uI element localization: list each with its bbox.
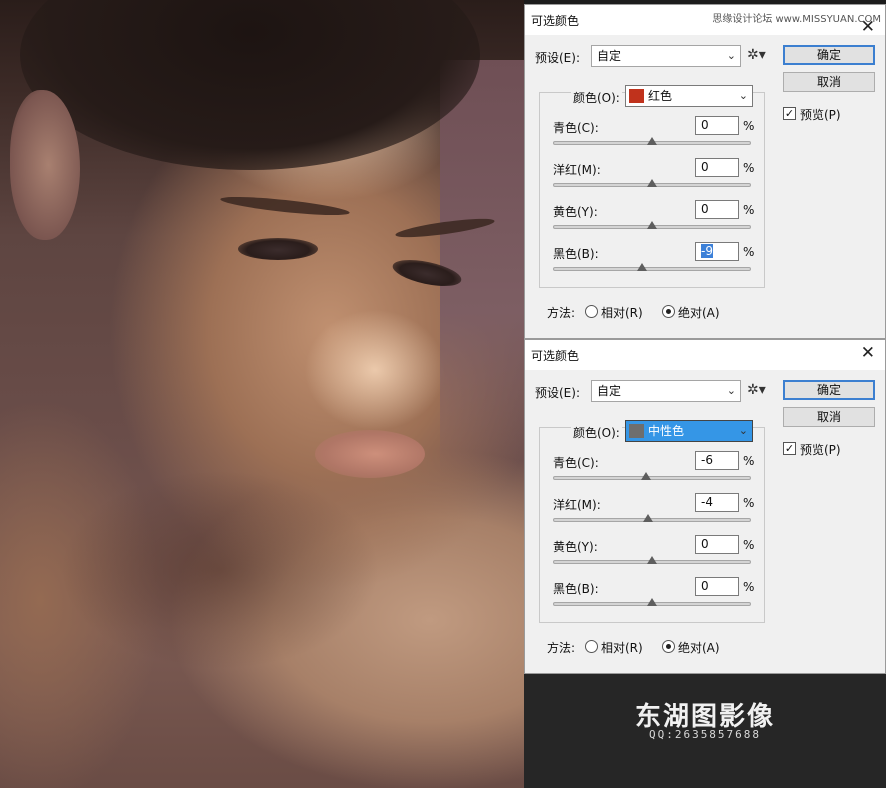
- chevron-down-icon: ⌄: [738, 424, 748, 437]
- slider-thumb[interactable]: [647, 221, 657, 229]
- dialog-title: 可选颜色: [531, 14, 580, 28]
- preset-label: 预设(E):: [535, 386, 580, 400]
- color-swatch: [629, 424, 644, 438]
- percent-sign: %: [743, 580, 755, 594]
- percent-sign: %: [743, 203, 755, 217]
- preset-select[interactable]: 自定 ⌄: [591, 45, 741, 67]
- close-icon[interactable]: ✕: [861, 17, 875, 37]
- ok-button[interactable]: 确定: [783, 45, 875, 65]
- slider-thumb[interactable]: [647, 556, 657, 564]
- percent-sign: %: [743, 245, 755, 259]
- preset-value: 自定: [597, 384, 622, 398]
- yellow-label: 黄色(Y):: [553, 540, 598, 554]
- titlebar: 可选颜色 思缘设计论坛 www.MISSYUAN.COM ✕: [525, 5, 885, 37]
- color-label: 颜色(O):: [571, 424, 622, 441]
- preset-value: 自定: [597, 49, 622, 63]
- slider-thumb[interactable]: [643, 514, 654, 522]
- preview-label: 预览(P): [800, 443, 841, 457]
- black-label: 黑色(B):: [553, 582, 599, 596]
- yellow-label: 黄色(Y):: [553, 205, 598, 219]
- color-select[interactable]: 红色 ⌄: [625, 85, 753, 107]
- relative-label: 相对(R): [601, 306, 643, 320]
- cancel-button[interactable]: 取消: [783, 72, 875, 92]
- titlebar: 可选颜色 ✕: [525, 340, 885, 370]
- percent-sign: %: [743, 161, 755, 175]
- percent-sign: %: [743, 119, 755, 133]
- relative-label: 相对(R): [601, 641, 643, 655]
- cyan-slider[interactable]: [553, 137, 751, 145]
- portrait-photo: [0, 0, 524, 788]
- cancel-button[interactable]: 取消: [783, 407, 875, 427]
- slider-thumb[interactable]: [647, 179, 657, 187]
- preview-label: 预览(P): [800, 108, 841, 122]
- preset-select[interactable]: 自定 ⌄: [591, 380, 741, 402]
- black-slider[interactable]: [553, 263, 751, 271]
- slider-thumb[interactable]: [637, 263, 648, 271]
- relative-radio[interactable]: [585, 305, 598, 318]
- studio-qq: QQ:2635857688: [648, 728, 762, 741]
- preview-checkbox[interactable]: ✓: [783, 107, 796, 120]
- absolute-label: 绝对(A): [678, 641, 720, 655]
- cyan-value-input[interactable]: 0: [695, 116, 739, 135]
- magenta-slider[interactable]: [553, 179, 751, 187]
- yellow-slider[interactable]: [553, 556, 751, 564]
- studio-logo-panel: 东湖图影像 QQ:2635857688: [524, 674, 886, 788]
- slider-thumb[interactable]: [647, 137, 657, 145]
- black-value-input[interactable]: 0: [695, 577, 739, 596]
- preset-label: 预设(E):: [535, 51, 580, 65]
- magenta-label: 洋红(M):: [553, 163, 601, 177]
- absolute-label: 绝对(A): [678, 306, 720, 320]
- color-value: 中性色: [648, 424, 685, 438]
- color-label: 颜色(O):: [571, 89, 622, 106]
- gear-icon[interactable]: ✲▾: [747, 47, 766, 63]
- chevron-down-icon: ⌄: [738, 89, 748, 102]
- close-icon[interactable]: ✕: [861, 343, 875, 363]
- black-slider[interactable]: [553, 598, 751, 606]
- slider-thumb[interactable]: [647, 598, 657, 606]
- chevron-down-icon: ⌄: [726, 49, 736, 62]
- yellow-slider[interactable]: [553, 221, 751, 229]
- slider-thumb[interactable]: [641, 472, 652, 480]
- percent-sign: %: [743, 496, 755, 510]
- yellow-value-input[interactable]: 0: [695, 200, 739, 219]
- selective-color-dialog-neutrals: 可选颜色 ✕ 预设(E): 自定 ⌄ ✲▾ 确定 取消 ✓ 预览(P) 颜色(O…: [524, 339, 886, 674]
- dialog-title: 可选颜色: [531, 349, 580, 363]
- gear-icon[interactable]: ✲▾: [747, 382, 766, 398]
- cyan-label: 青色(C):: [553, 121, 599, 135]
- selective-color-dialog-red: 可选颜色 思缘设计论坛 www.MISSYUAN.COM ✕ 预设(E): 自定…: [524, 4, 886, 339]
- percent-sign: %: [743, 538, 755, 552]
- black-value-selected: -9: [701, 244, 713, 258]
- ok-button[interactable]: 确定: [783, 380, 875, 400]
- cyan-label: 青色(C):: [553, 456, 599, 470]
- absolute-radio[interactable]: [662, 640, 675, 653]
- black-value-input[interactable]: -9: [695, 242, 739, 261]
- absolute-radio[interactable]: [662, 305, 675, 318]
- method-label: 方法:: [547, 641, 576, 655]
- watermark-text: 思缘设计论坛 www.MISSYUAN.COM: [712, 14, 881, 25]
- magenta-value-input[interactable]: -4: [695, 493, 739, 512]
- black-label: 黑色(B):: [553, 247, 599, 261]
- cyan-slider[interactable]: [553, 472, 751, 480]
- magenta-slider[interactable]: [553, 514, 751, 522]
- percent-sign: %: [743, 454, 755, 468]
- yellow-value-input[interactable]: 0: [695, 535, 739, 554]
- magenta-value-input[interactable]: 0: [695, 158, 739, 177]
- color-swatch: [629, 89, 644, 103]
- magenta-label: 洋红(M):: [553, 498, 601, 512]
- chevron-down-icon: ⌄: [726, 384, 736, 397]
- cyan-value-input[interactable]: -6: [695, 451, 739, 470]
- relative-radio[interactable]: [585, 640, 598, 653]
- color-select[interactable]: 中性色 ⌄: [625, 420, 753, 442]
- color-value: 红色: [648, 89, 673, 103]
- method-label: 方法:: [547, 306, 576, 320]
- preview-checkbox[interactable]: ✓: [783, 442, 796, 455]
